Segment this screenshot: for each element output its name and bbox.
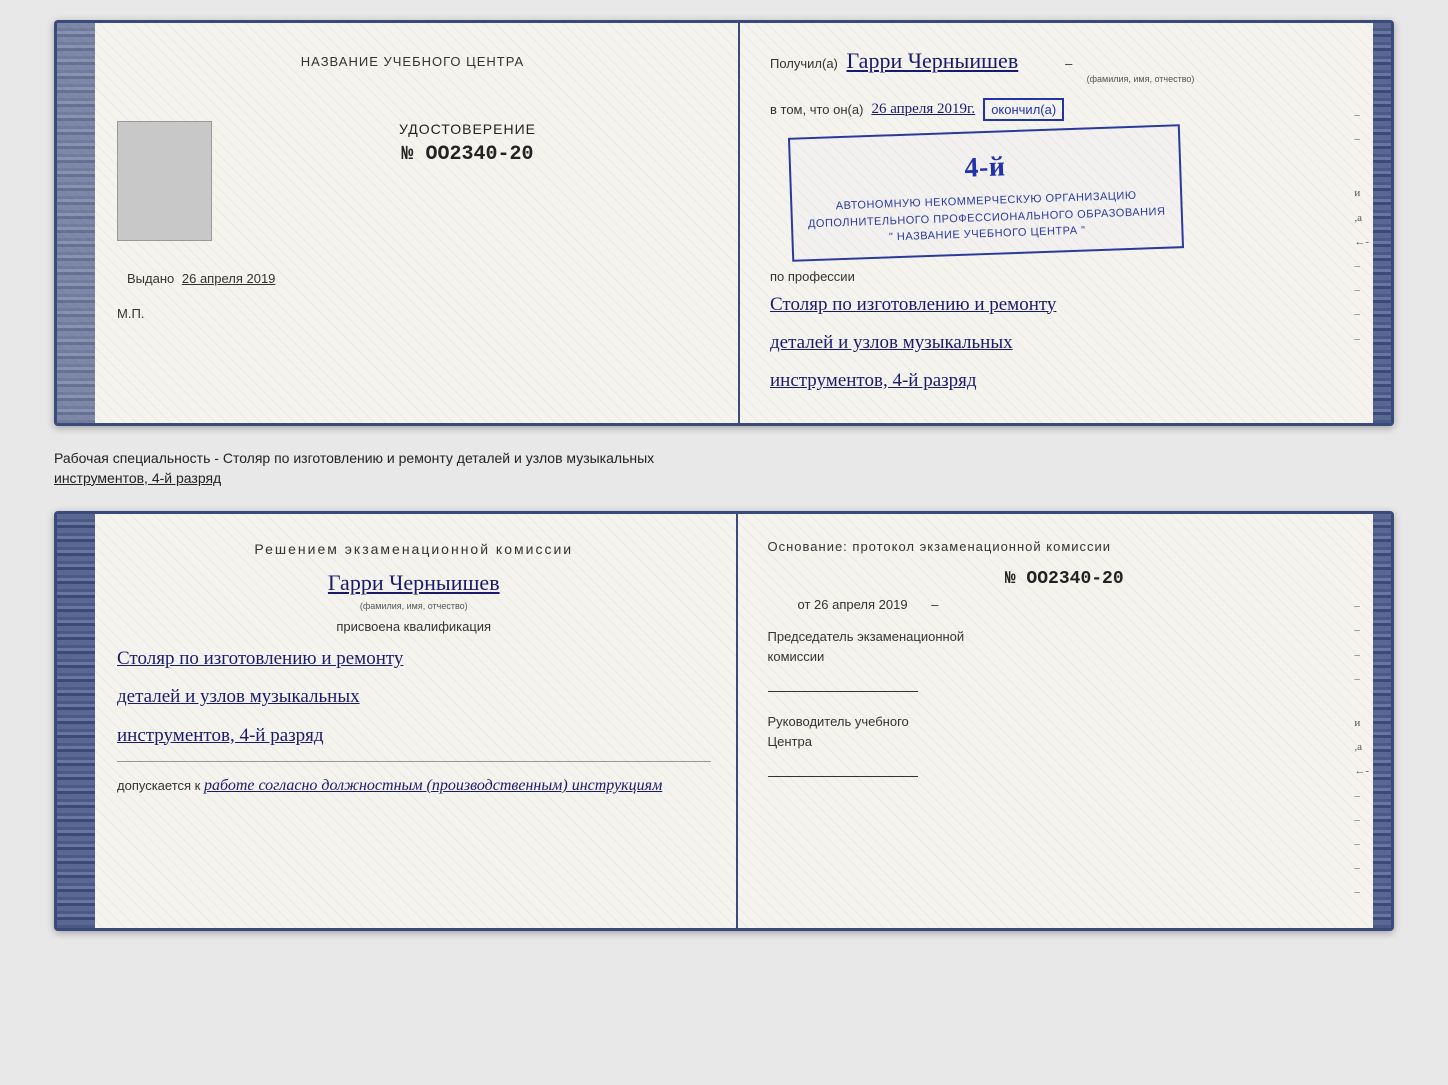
- top-document: НАЗВАНИЕ УЧЕБНОГО ЦЕНТРА УДОСТОВЕРЕНИЕ №…: [54, 20, 1394, 426]
- ot-date: от 26 апреля 2019 –: [798, 597, 1362, 612]
- separator-underline: инструментов, 4-й разряд: [54, 470, 221, 486]
- dopuskaetsya-block: допускается к работе согласно должностны…: [117, 777, 711, 795]
- separator-text: Рабочая специальность - Столяр по изгото…: [54, 444, 1394, 493]
- rukovoditel-line1: Руководитель учебного: [768, 712, 1362, 732]
- center-title-text: НАЗВАНИЕ УЧЕБНОГО ЦЕНТРА: [301, 54, 524, 69]
- bottom-name: Гарри Черныишев: [117, 570, 711, 596]
- predsedatel-line1: Председатель экзаменационной: [768, 627, 1362, 647]
- right-margin-marks-bottom: – – – – и ,а ←- – – – – –: [1354, 594, 1369, 904]
- profession-line1: Столяр по изготовлению и ремонту: [770, 288, 1361, 322]
- bottom-document: Решением экзаменационной комиссии Гарри …: [54, 511, 1394, 931]
- predsedatel-line2: комиссии: [768, 647, 1362, 667]
- protocol-number: № OO2340-20: [768, 569, 1362, 589]
- mp-block: М.П.: [117, 306, 708, 321]
- vtom-prefix: в том, что он(а): [770, 102, 863, 117]
- cert-number: № OO2340-20: [227, 143, 708, 166]
- bottom-name-sub: (фамилия, имя, отчество): [117, 601, 711, 611]
- predsedatel-signature: [768, 674, 918, 692]
- stamp-box: 4-й АВТОНОМНУЮ НЕКОММЕРЧЕСКУЮ ОРГАНИЗАЦИ…: [788, 124, 1184, 261]
- stamp-block: 4-й АВТОНОМНУЮ НЕКОММЕРЧЕСКУЮ ОРГАНИЗАЦИ…: [790, 131, 1361, 255]
- po-professii-label: по профессии: [770, 269, 1361, 284]
- name-sub-label: (фамилия, имя, отчество): [920, 74, 1361, 84]
- profession-line3: инструментов, 4-й разряд: [770, 364, 1361, 398]
- ot-date-value: 26 апреля 2019: [814, 597, 908, 612]
- profession-block: Столяр по изготовлению и ремонту деталей…: [770, 288, 1361, 399]
- bottom-doc-left: Решением экзаменационной комиссии Гарри …: [57, 514, 738, 928]
- dopuskaetsya-prefix: допускается к: [117, 778, 200, 793]
- qualification-block: Столяр по изготовлению и ремонту деталей…: [117, 642, 711, 753]
- received-line: Получил(а) Гарри Черныишев – (фамилия, и…: [770, 48, 1361, 84]
- dopuskaetsya-italic: работе согласно должностным (производств…: [204, 777, 662, 794]
- vtom-date: 26 апреля 2019г.: [871, 101, 975, 118]
- qual-line1: Столяр по изготовлению и ремонту: [117, 642, 711, 676]
- udostoverenie-block: УДОСТОВЕРЕНИЕ № OO2340-20: [117, 121, 708, 241]
- rukovoditel-block: Руководитель учебного Центра: [768, 712, 1362, 777]
- bottom-name-block: Гарри Черныишев (фамилия, имя, отчество): [117, 570, 711, 611]
- stamp-big-text: 4-й: [806, 141, 1165, 195]
- recipient-name: Гарри Черныишев: [847, 48, 1019, 74]
- qual-line3: инструментов, 4-й разряд: [117, 719, 711, 753]
- cert-info: УДОСТОВЕРЕНИЕ № OO2340-20: [227, 121, 708, 166]
- bottom-doc-right: Основание: протокол экзаменационной коми…: [738, 514, 1392, 928]
- rukovoditel-signature: [768, 759, 918, 777]
- top-doc-right: Получил(а) Гарри Черныишев – (фамилия, и…: [740, 23, 1391, 423]
- cert-title: УДОСТОВЕРЕНИЕ: [227, 121, 708, 137]
- predsedatel-block: Председатель экзаменационной комиссии: [768, 627, 1362, 692]
- vydano-label: Выдано: [127, 271, 174, 286]
- divider: [117, 761, 711, 762]
- vydano-block: Выдано 26 апреля 2019: [117, 271, 708, 286]
- prisvoena-label: присвоена квалификация: [117, 619, 711, 634]
- rukovoditel-line2: Центра: [768, 732, 1362, 752]
- top-doc-left: НАЗВАНИЕ УЧЕБНОГО ЦЕНТРА УДОСТОВЕРЕНИЕ №…: [57, 23, 740, 423]
- vydano-date: 26 апреля 2019: [182, 271, 276, 286]
- separator-normal: Рабочая специальность - Столяр по изгото…: [54, 450, 654, 466]
- mp-label: М.П.: [117, 306, 144, 321]
- photo-placeholder: [117, 121, 212, 241]
- osnovanie-text: Основание: протокол экзаменационной коми…: [768, 539, 1362, 554]
- qual-line2: деталей и узлов музыкальных: [117, 680, 711, 714]
- ot-prefix: от: [798, 597, 811, 612]
- right-margin-marks: – – и ,а ←- – – – –: [1354, 103, 1369, 351]
- profession-line2: деталей и узлов музыкальных: [770, 326, 1361, 360]
- vtom-okonchil: окончил(а): [983, 98, 1064, 121]
- resheniyem-title: Решением экзаменационной комиссии: [117, 539, 711, 560]
- received-prefix: Получил(а): [770, 56, 838, 71]
- vtom-line: в том, что он(а) 26 апреля 2019г. окончи…: [770, 98, 1361, 121]
- top-left-center-title: НАЗВАНИЕ УЧЕБНОГО ЦЕНТРА: [117, 53, 708, 71]
